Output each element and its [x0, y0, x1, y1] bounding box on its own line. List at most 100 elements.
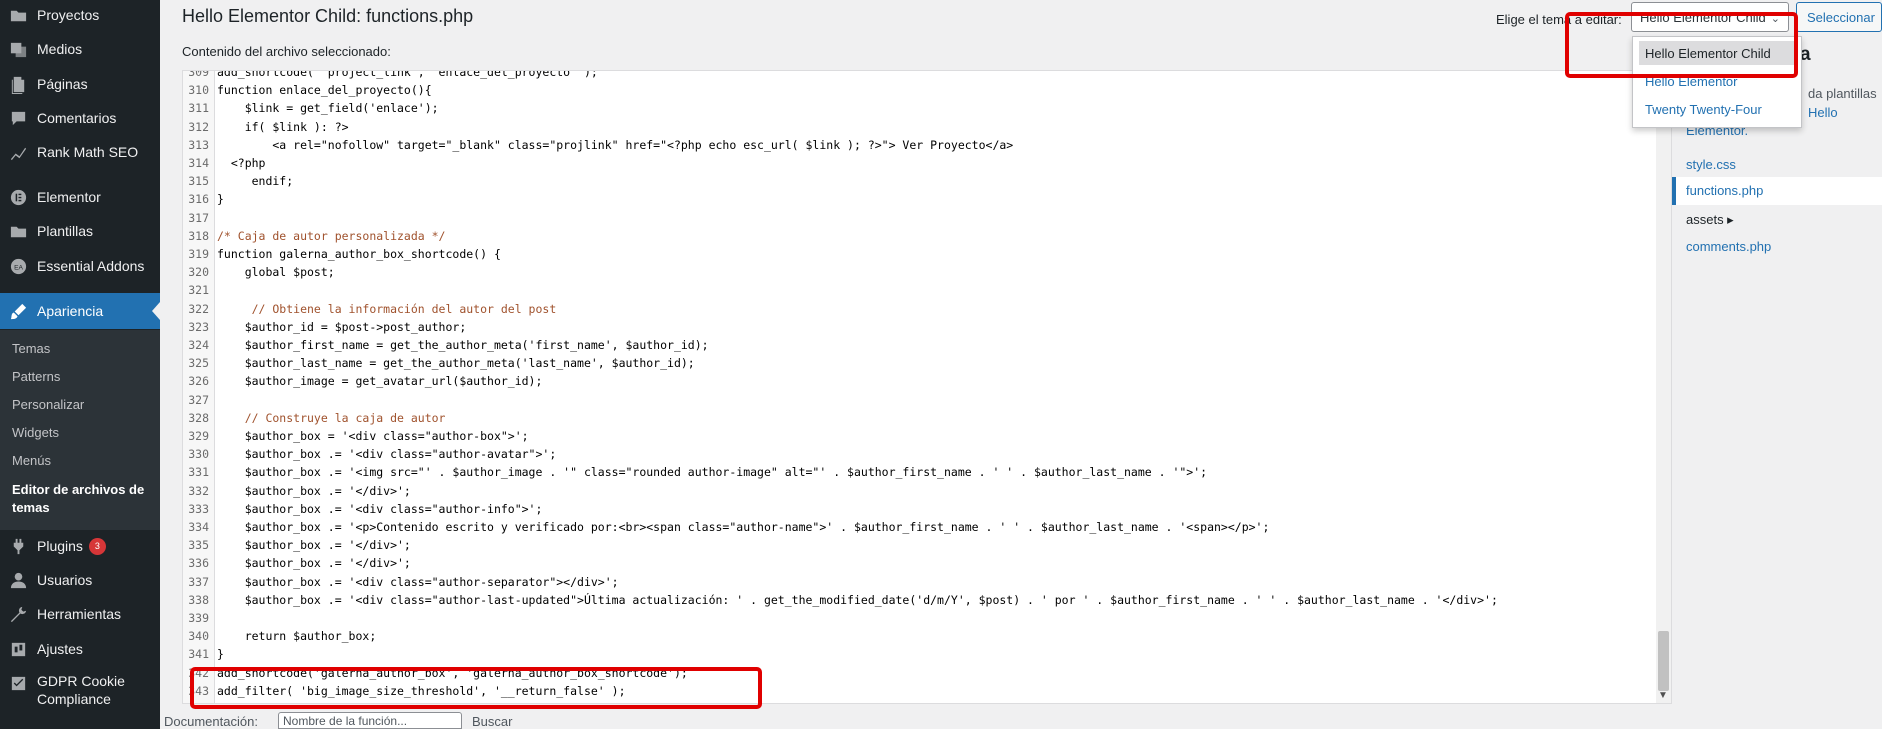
line-number: 328: [188, 410, 209, 425]
code-line[interactable]: 309 add_shortcode( 'project_link', 'enlac…: [183, 71, 1663, 81]
code-line[interactable]: 329 $author_box = '<div class="author-bo…: [183, 427, 1663, 445]
menu-item-plantillas[interactable]: Plantillas: [0, 214, 160, 248]
code-line[interactable]: 336 $author_box .= '</div>';: [183, 554, 1663, 572]
code-line[interactable]: 331 $author_box .= '<img src="' . $autho…: [183, 463, 1663, 481]
line-number: 334: [188, 520, 209, 534]
menu-item-elementor[interactable]: Elementor: [0, 180, 160, 214]
code-line[interactable]: 317: [183, 209, 1663, 227]
theme-dropdown-list: Hello Elementor Child Hello Elementor Tw…: [1632, 36, 1802, 128]
line-number: 343: [188, 683, 209, 698]
code-line[interactable]: 328 // Construye la caja de autor: [183, 409, 1663, 427]
code-line[interactable]: 327: [183, 391, 1663, 409]
code-line[interactable]: 341}: [183, 645, 1663, 663]
theme-files-desc-link[interactable]: Hello: [1808, 105, 1838, 120]
line-number: 336: [188, 556, 209, 571]
code-line[interactable]: 322 // Obtiene la información del autor …: [183, 300, 1663, 318]
menu-item-rank-math[interactable]: Rank Math SEO: [0, 135, 160, 169]
submenu-personalizar[interactable]: Personalizar: [12, 397, 84, 412]
code-line[interactable]: 338 $author_box .= '<div class="author-l…: [183, 591, 1663, 609]
line-number: 316: [188, 192, 209, 207]
code-line[interactable]: 320 global $post;: [183, 263, 1663, 281]
line-number: 322: [188, 301, 209, 316]
lookup-button[interactable]: Buscar: [472, 714, 512, 729]
menu-item-medios[interactable]: Medios: [0, 32, 160, 66]
documentation-label: Documentación:: [164, 714, 258, 729]
code-line[interactable]: 339: [183, 609, 1663, 627]
submenu-patterns[interactable]: Patterns: [12, 369, 60, 384]
menu-item-usuarios[interactable]: Usuarios: [0, 563, 160, 597]
menu-item-proyectos[interactable]: Proyectos: [0, 0, 160, 32]
menu-item-comentarios[interactable]: Comentarios: [0, 101, 160, 135]
editor-scrollbar[interactable]: ▼: [1656, 71, 1671, 703]
code-line[interactable]: 321: [183, 281, 1663, 299]
menu-item-gdpr[interactable]: GDPR Cookie Compliance: [0, 672, 160, 714]
menu-label: Páginas: [37, 76, 88, 92]
select-theme-button[interactable]: Seleccionar: [1796, 2, 1882, 32]
menu-label: Essential Addons: [37, 258, 145, 274]
code-line[interactable]: 316}: [183, 190, 1663, 208]
menu-item-plugins[interactable]: Plugins 3: [0, 529, 160, 563]
theme-select[interactable]: Hello Elementor Child ⌄: [1631, 2, 1789, 32]
line-number: 312: [188, 119, 209, 134]
menu-item-herramientas[interactable]: Herramientas: [0, 597, 160, 631]
chevron-down-icon: ⌄: [1770, 13, 1780, 25]
code-line[interactable]: 319 function galerna_author_box_shortcode…: [183, 245, 1663, 263]
gdpr-icon: [7, 672, 29, 694]
code-text: function enlace_del_proyecto(){: [217, 83, 432, 98]
scroll-down-icon[interactable]: ▼: [1658, 690, 1668, 701]
folder-assets[interactable]: assets ▸: [1686, 212, 1734, 228]
code-line[interactable]: 326 $author_image = get_avatar_url($auth…: [183, 372, 1663, 390]
submenu-widgets[interactable]: Widgets: [12, 425, 59, 440]
menu-item-apariencia[interactable]: Apariencia: [0, 293, 160, 329]
file-functions-php[interactable]: functions.php: [1672, 177, 1882, 205]
submenu-theme-file-editor[interactable]: Editor de archivos de temas: [12, 481, 152, 517]
code-line[interactable]: 315 endif;: [183, 172, 1663, 190]
file-comments-php[interactable]: comments.php: [1686, 239, 1771, 254]
file-content-label: Contenido del archivo seleccionado:: [182, 44, 391, 59]
code-line[interactable]: 310 function enlace_del_proyecto(){: [183, 81, 1663, 99]
documentation-bar: Documentación: Nombre de la función... B…: [160, 712, 1882, 729]
submenu-menus[interactable]: Menús: [12, 453, 51, 468]
function-name-select[interactable]: Nombre de la función...: [278, 712, 462, 729]
line-number: 327: [188, 392, 209, 407]
brush-icon: [7, 300, 29, 322]
code-line[interactable]: 325 $author_last_name = get_the_author_m…: [183, 354, 1663, 372]
code-line[interactable]: 337 $author_box .= '<div class="author-s…: [183, 573, 1663, 591]
code-text: $author_id = $post->post_author;: [217, 319, 467, 334]
code-line[interactable]: 343 add_filter( 'big_image_size_threshold…: [183, 682, 1663, 700]
line-number: 329: [188, 429, 209, 443]
code-line[interactable]: 340 return $author_box;: [183, 627, 1663, 645]
code-line[interactable]: 335 $author_box .= '</div>';: [183, 536, 1663, 554]
code-line[interactable]: 323 $author_id = $post->post_author;: [183, 318, 1663, 336]
code-line[interactable]: 342 add_shortcode('galerna_author_box', '…: [183, 664, 1663, 682]
menu-label: GDPR Cookie Compliance: [37, 673, 125, 707]
dropdown-option-hello-elementor-child[interactable]: Hello Elementor Child: [1639, 41, 1797, 65]
code-line[interactable]: 324 $author_first_name = get_the_author_…: [183, 336, 1663, 354]
menu-item-paginas[interactable]: Páginas: [0, 67, 160, 101]
code-line[interactable]: 313 <a rel="nofollow" target="_blank" cl…: [183, 136, 1663, 154]
code-text: $author_last_name = get_the_author_meta(…: [217, 356, 695, 371]
file-style-css[interactable]: style.css: [1686, 157, 1736, 172]
line-number: 342: [188, 665, 209, 680]
code-line[interactable]: 334 $author_box .= '<p>Contenido escrito…: [183, 518, 1663, 536]
code-line[interactable]: 333 $author_box .= '<div class="author-i…: [183, 500, 1663, 518]
code-line[interactable]: 332 $author_box .= '</div>';: [183, 482, 1663, 500]
menu-item-ajustes[interactable]: Ajustes: [0, 632, 160, 666]
dropdown-option-hello-elementor[interactable]: Hello Elementor: [1639, 69, 1797, 93]
code-text: $author_box .= '<img src="' . $author_im…: [217, 465, 1208, 480]
elementor-icon: [7, 186, 29, 208]
code-line[interactable]: 318 /* Caja de autor personalizada */: [183, 227, 1663, 245]
line-number: 335: [188, 538, 209, 553]
code-line[interactable]: 311 $link = get_field('enlace');: [183, 99, 1663, 117]
code-text: return $author_box;: [217, 629, 377, 644]
dropdown-option-twenty-twenty-four[interactable]: Twenty Twenty-Four: [1639, 97, 1797, 121]
line-number: 318: [188, 228, 209, 243]
code-line[interactable]: 330 $author_box .= '<div class="author-a…: [183, 445, 1663, 463]
code-line[interactable]: 312 if( $link ): ?>: [183, 118, 1663, 136]
code-line[interactable]: 314 <?php: [183, 154, 1663, 172]
scrollbar-thumb[interactable]: [1658, 631, 1669, 691]
code-editor[interactable]: 309 add_shortcode( 'project_link', 'enlac…: [182, 70, 1672, 704]
menu-item-essential-addons[interactable]: EA Essential Addons: [0, 249, 160, 283]
submenu-temas[interactable]: Temas: [12, 341, 50, 356]
line-number: 341: [188, 647, 209, 662]
